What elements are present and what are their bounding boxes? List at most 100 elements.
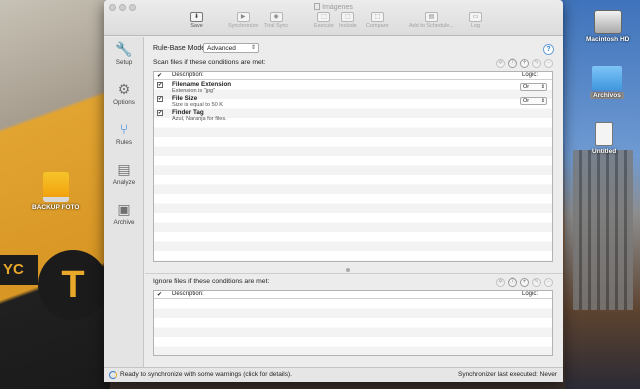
save-icon: ⬇ — [190, 12, 203, 22]
sidebar-item-label: Options — [113, 99, 135, 106]
rule-logic-select[interactable]: Or ⇕ — [520, 97, 547, 105]
remove-icon[interactable]: − — [544, 59, 553, 68]
toolbar-execute-button[interactable]: ⬚ Execute — [314, 12, 334, 29]
last-executed: Synchronizer last executed: Never — [458, 371, 557, 378]
toolbar-label: Compare — [366, 23, 389, 29]
rule-checkbox[interactable]: ✔ — [157, 96, 163, 102]
document-icon — [314, 3, 321, 10]
ignore-rules-table[interactable]: ✔ Description: Logic: — [153, 290, 553, 356]
rule-base-mode-value: Advanced — [207, 45, 236, 52]
split-view-handle[interactable] — [346, 268, 350, 272]
toolbar-include-button[interactable]: ⬚ Include — [339, 12, 357, 29]
section-divider — [145, 273, 563, 274]
schedule-icon: ▤ — [424, 12, 438, 22]
sidebar-item-archive[interactable]: ▣ Archive — [104, 201, 144, 226]
desktop-icon-backup-foto[interactable]: BACKUP FOTO — [32, 172, 79, 211]
actions-icon[interactable]: ✲ — [496, 278, 505, 287]
toolbar-label: Add to Schedule... — [409, 23, 454, 29]
folder-icon — [591, 66, 622, 90]
chevron-updown-icon: ⇕ — [540, 98, 545, 104]
edit-icon[interactable]: ✎ — [532, 278, 541, 287]
toolbar-save-button[interactable]: ⬇ Save — [190, 12, 203, 29]
scan-table-header: ✔ Description: Logic: — [154, 72, 552, 80]
add-icon[interactable]: + — [520, 59, 529, 68]
info-icon[interactable]: ⓘ — [508, 278, 517, 287]
toolbar-label: Synchronize — [228, 23, 259, 29]
desktop-icon-label: Untitled — [592, 148, 617, 155]
toolbar-label: Save — [190, 23, 203, 29]
window-title-container: Imágenes — [104, 3, 563, 11]
remove-icon[interactable]: − — [544, 278, 553, 287]
rule-row[interactable]: ✔ Filename Extension Extension is "jpg" Or ⇕ — [154, 80, 552, 94]
toolbar-label: Log — [470, 23, 481, 29]
desktop-icon-label: Macintosh HD — [586, 36, 630, 43]
trial-icon: ◉ — [269, 12, 283, 22]
toolbar-add-to-schedule-button[interactable]: ▤ Add to Schedule... — [409, 12, 454, 29]
app-window: Imágenes ⬇ Save ▶ Synchronize ◉ Trial Sync ⬚ Ex… — [104, 0, 563, 382]
analyze-icon: ▤ — [117, 161, 131, 177]
rule-logic-select[interactable]: Or ⇕ — [520, 83, 547, 91]
wrench-icon: 🔧 — [115, 41, 133, 57]
rule-row[interactable]: ✔ File Size Size is equal to 50 K Or ⇕ — [154, 94, 552, 108]
actions-icon[interactable]: ✲ — [496, 59, 505, 68]
log-icon: ▭ — [469, 12, 482, 22]
desktop-icon-archivos[interactable]: Archivos — [590, 66, 624, 99]
sidebar-item-label: Rules — [115, 139, 133, 146]
rule-base-mode-select[interactable]: Advanced ⇕ — [203, 43, 259, 53]
rules-panel: Rule-Base Mode: Advanced ⇕ ? Scan files … — [145, 37, 563, 367]
column-header-description: Description: — [172, 72, 204, 78]
rule-checkbox[interactable]: ✔ — [157, 82, 163, 88]
building-graphic — [573, 150, 633, 310]
taxi-sign: YC — [0, 255, 38, 285]
toolbar-trial-sync-button[interactable]: ◉ Trial Sync — [264, 12, 288, 29]
column-header-logic: Logic: — [522, 291, 539, 297]
rule-base-mode-label: Rule-Base Mode: — [153, 45, 208, 52]
column-header-description: Description: — [172, 291, 204, 297]
sidebar-item-label: Archive — [113, 219, 135, 226]
taxi-letter-circle: T — [38, 250, 108, 320]
ignore-table-header: ✔ Description: Logic: — [154, 291, 552, 299]
toolbar-compare-button[interactable]: ⬚ Compare — [366, 12, 389, 29]
scan-rules-body: ✔ Filename Extension Extension is "jpg" Or ⇕… — [154, 80, 552, 261]
rule-detail: Extension is "jpg" — [172, 87, 216, 94]
ignore-section-label: Ignore files if these conditions are met… — [153, 278, 270, 285]
toolbar-log-button[interactable]: ▭ Log — [469, 12, 482, 29]
scan-section-label: Scan files if these conditions are met: — [153, 59, 266, 66]
status-message[interactable]: Ready to synchronize with some warnings … — [120, 371, 292, 378]
info-icon[interactable]: ⓘ — [508, 59, 517, 68]
rule-checkbox[interactable]: ✔ — [157, 110, 163, 116]
toolbar-label: Trial Sync — [264, 23, 289, 29]
sidebar-item-label: Analyze — [112, 179, 136, 186]
chevron-updown-icon: ⇕ — [540, 84, 545, 90]
toolbar-label: Execute — [314, 23, 334, 29]
last-executed-value: Never — [539, 371, 557, 378]
sidebar: 🔧 Setup ⚙ Options ⑂ Rules ▤ Analyze ▣ Archive — [104, 37, 144, 367]
gear-icon: ⚙ — [117, 81, 131, 97]
rule-detail: Size is equal to 50 K — [172, 101, 223, 108]
execute-icon: ⬚ — [317, 12, 331, 22]
edit-icon[interactable]: ✎ — [532, 59, 541, 68]
archive-icon: ▣ — [117, 201, 131, 217]
desktop-icon-label: BACKUP FOTO — [32, 204, 80, 211]
help-button[interactable]: ? — [543, 44, 554, 55]
window-title: Imágenes — [322, 4, 353, 11]
desktop-icon-label: Archivos — [590, 92, 624, 99]
status-bar[interactable]: Ready to synchronize with some warnings … — [104, 367, 563, 382]
chevron-updown-icon: ⇕ — [250, 45, 256, 51]
desktop-icon-macintosh-hd[interactable]: Macintosh HD — [586, 10, 629, 43]
last-executed-label: Synchronizer last executed: — [457, 371, 538, 378]
desktop-icon-untitled[interactable]: Untitled — [592, 122, 616, 155]
rule-row[interactable]: ✔ Finder Tag Azul, Naranja for files. — [154, 108, 552, 122]
toolbar-synchronize-button[interactable]: ▶ Synchronize — [228, 12, 258, 29]
sidebar-item-analyze[interactable]: ▤ Analyze — [104, 161, 144, 186]
external-drive-icon — [42, 172, 69, 202]
toolbar-label: Include — [339, 23, 357, 29]
sidebar-item-setup[interactable]: 🔧 Setup — [104, 41, 144, 66]
include-icon: ⬚ — [341, 12, 355, 22]
sidebar-item-options[interactable]: ⚙ Options — [104, 81, 144, 106]
rule-logic-value: Or — [523, 84, 530, 90]
compare-icon: ⬚ — [370, 12, 384, 22]
add-icon[interactable]: + — [520, 278, 529, 287]
sidebar-item-rules[interactable]: ⑂ Rules — [104, 121, 144, 146]
scan-rules-table[interactable]: ✔ Description: Logic: ✔ Filename Extensio… — [153, 71, 553, 262]
